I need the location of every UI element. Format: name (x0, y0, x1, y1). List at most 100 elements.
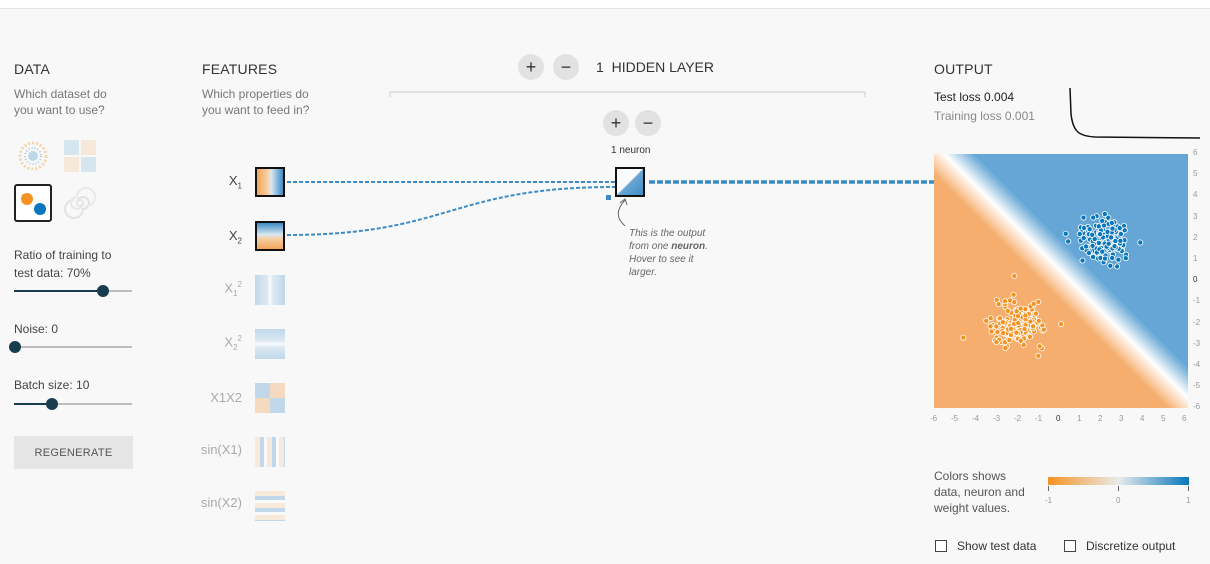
data-point (1109, 255, 1116, 262)
color-legend-bar (1048, 477, 1189, 485)
data-point (1117, 230, 1124, 237)
data-point (1105, 240, 1112, 247)
data-point (1030, 300, 1037, 307)
y-tick: -6 (1193, 402, 1201, 412)
layer-label: HIDDEN LAYER (611, 59, 715, 75)
data-point (1011, 272, 1018, 279)
show-test-data-checkbox[interactable] (935, 540, 947, 552)
data-point (1099, 248, 1106, 255)
data-point (1114, 263, 1121, 270)
data-point (1111, 243, 1118, 250)
data-point (1090, 214, 1097, 221)
x-tick: -4 (972, 414, 980, 423)
x-tick: -1 (1035, 414, 1043, 423)
data-point (1002, 345, 1009, 352)
data-point (1080, 214, 1087, 221)
neuron-note-arrow (617, 199, 626, 227)
x-tick: 1 (1077, 414, 1082, 423)
y-tick: 0 (1193, 275, 1198, 285)
y-tick: 1 (1193, 254, 1198, 263)
data-point (960, 334, 967, 341)
data-point (1011, 299, 1018, 306)
data-point (1021, 325, 1028, 332)
data-point (1076, 230, 1083, 237)
discretize-output-checkbox[interactable] (1064, 540, 1076, 552)
data-point (1014, 313, 1021, 320)
data-point (1116, 225, 1123, 232)
data-point (1041, 326, 1048, 333)
data-point (1015, 320, 1022, 327)
data-point (1089, 231, 1096, 238)
neuron-bias-marker (606, 195, 611, 200)
test-loss: Test loss 0.004 (934, 90, 1015, 104)
remove-neuron-button[interactable]: − (635, 110, 661, 136)
data-point (1079, 257, 1086, 264)
y-tick: 6 (1193, 148, 1198, 157)
data-point (1035, 352, 1042, 359)
data-point (1002, 298, 1009, 305)
data-point (1058, 321, 1065, 328)
data-point (1013, 329, 1020, 336)
data-point (1008, 325, 1015, 332)
data-point (1065, 238, 1072, 245)
legend-tick-min: -1 (1045, 496, 1053, 505)
data-point (1115, 256, 1122, 263)
data-point (1010, 291, 1017, 298)
data-point (995, 301, 1002, 308)
data-point (1089, 242, 1096, 249)
x-tick: -6 (930, 414, 938, 423)
x-tick: 3 (1119, 414, 1124, 423)
data-point (1101, 255, 1108, 262)
data-point (1027, 333, 1034, 340)
layer-count: 1 (596, 59, 604, 75)
x-tick: -2 (1014, 414, 1022, 423)
data-point (1108, 219, 1115, 226)
data-point (988, 328, 995, 335)
data-point (1095, 223, 1102, 230)
hidden-neuron-tile[interactable] (615, 167, 645, 197)
legend-tick-mid: 0 (1116, 496, 1121, 505)
data-point (1033, 310, 1040, 317)
show-test-data-label[interactable]: Show test data (957, 539, 1036, 553)
y-tick: 2 (1193, 232, 1198, 242)
data-point (1090, 253, 1097, 260)
data-point (1117, 237, 1124, 244)
data-point (994, 328, 1001, 335)
data-point (1109, 225, 1116, 232)
output-heatmap[interactable] (934, 154, 1188, 408)
data-point (1030, 323, 1037, 330)
data-point (1017, 337, 1024, 344)
add-layer-button[interactable]: + (518, 54, 544, 80)
discretize-output-label[interactable]: Discretize output (1086, 539, 1175, 553)
data-point (1101, 211, 1108, 218)
data-point (987, 323, 994, 330)
data-point (993, 323, 1000, 330)
x-tick: 2 (1098, 414, 1103, 423)
y-tick: -1 (1193, 296, 1201, 306)
x-tick: -3 (993, 414, 1001, 423)
hidden-layer-header: 1 HIDDEN LAYER (596, 59, 714, 75)
data-point (1108, 234, 1115, 241)
x-tick: -5 (951, 414, 959, 423)
x-tick: 4 (1140, 414, 1145, 423)
training-loss: Training loss 0.001 (934, 109, 1035, 123)
x-tick: 6 (1182, 414, 1187, 423)
remove-layer-button[interactable]: − (553, 54, 579, 80)
data-point (1035, 317, 1042, 324)
data-point (1137, 239, 1144, 246)
data-point (1096, 231, 1103, 238)
data-point (1000, 330, 1007, 337)
data-point (1122, 255, 1129, 262)
y-tick: 4 (1193, 190, 1198, 200)
output-title: OUTPUT (934, 61, 993, 77)
data-point (1080, 235, 1087, 242)
x-tick: 0 (1056, 414, 1061, 423)
decision-boundary-background (934, 154, 1188, 408)
data-point (1017, 305, 1024, 312)
color-legend-text: Colors shows data, neuron and weight val… (934, 469, 1025, 515)
data-point (1080, 225, 1087, 232)
data-point (1036, 343, 1043, 350)
data-point (1082, 243, 1089, 250)
neuron-count-label: 1 neuron (611, 145, 651, 156)
add-neuron-button[interactable]: + (603, 110, 629, 136)
